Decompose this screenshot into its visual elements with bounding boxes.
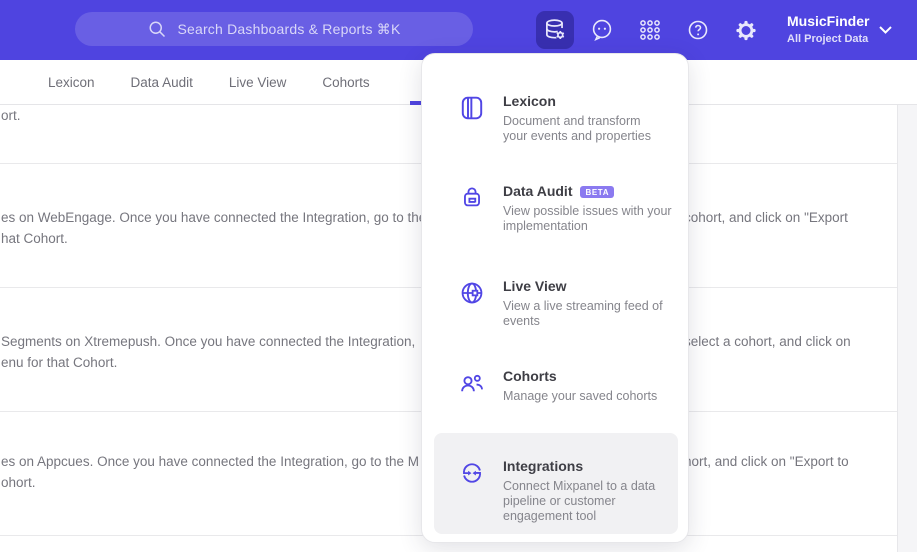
lexicon-icon [461, 96, 483, 120]
row3-text-line2: enu for that Cohort. [1, 355, 118, 370]
project-scope: All Project Data [787, 33, 869, 45]
menu-item-integrations[interactable]: Integrations Connect Mixpanel to a data … [459, 458, 685, 524]
row2-text-line2: hat Cohort. [1, 231, 68, 246]
tab-live-view[interactable]: Live View [229, 75, 287, 90]
menu-item-cohorts[interactable]: Cohorts Manage your saved cohorts [459, 368, 685, 404]
menu-item-lexicon[interactable]: Lexicon Document and transform your even… [459, 93, 685, 144]
search-placeholder: Search Dashboards & Reports ⌘K [177, 20, 401, 37]
live-view-icon [461, 282, 483, 304]
row2-text-left: es on WebEngage. Once you have connected… [1, 210, 427, 225]
feedback-icon [592, 19, 612, 41]
data-audit-icon [464, 187, 480, 207]
project-selector[interactable]: MusicFinder All Project Data [787, 12, 869, 46]
settings-button[interactable] [734, 18, 758, 42]
row1-text: ort. [1, 108, 21, 123]
row4-text-left: es on Appcues. Once you have connected t… [1, 454, 420, 469]
menu-item-data-audit[interactable]: Data Audit BETA View possible issues wit… [459, 183, 685, 234]
menu-item-description: Connect Mixpanel to a data pipeline or c… [503, 479, 656, 523]
apps-grid-icon [640, 20, 660, 40]
menu-item-live-view[interactable]: Live View View a live streaming feed of … [459, 278, 685, 329]
row3-text-right: select a cohort, and click on [684, 334, 851, 349]
menu-item-description: Document and transform your events and p… [503, 114, 652, 143]
menu-item-title: Lexicon [503, 93, 556, 109]
beta-badge: BETA [580, 185, 615, 198]
menu-item-description: Manage your saved cohorts [503, 389, 658, 403]
menu-item-description: View a live streaming feed of events [503, 299, 663, 328]
navigation-dropdown-menu: Lexicon Document and transform your even… [421, 53, 689, 543]
help-icon [688, 20, 708, 40]
feedback-button[interactable] [590, 18, 614, 42]
integrations-icon [463, 463, 481, 483]
menu-item-title: Data Audit [503, 183, 573, 199]
chevron-down-icon[interactable] [878, 25, 893, 35]
help-button[interactable] [686, 18, 710, 42]
tab-cohorts[interactable]: Cohorts [322, 75, 369, 90]
mixpanel-app: ort. es on WebEngage. Once you have conn… [0, 0, 917, 552]
row4-text-right: hort, and click on "Export to [684, 454, 849, 469]
data-management-button[interactable] [536, 11, 574, 49]
apps-grid-button[interactable] [638, 18, 662, 42]
row2-text-right: cohort, and click on "Export [684, 210, 848, 225]
page-gutter [897, 105, 917, 552]
project-name: MusicFinder [787, 13, 870, 29]
menu-item-title: Integrations [503, 458, 584, 474]
menu-item-title: Live View [503, 278, 567, 294]
data-management-icon [546, 19, 565, 39]
tab-lexicon[interactable]: Lexicon [48, 75, 95, 90]
gear-icon [736, 20, 756, 40]
top-nav-bar: Search Dashboards & Reports ⌘K MusicFind… [0, 0, 917, 60]
row3-text-left: Segments on Xtremepush. Once you have co… [1, 334, 416, 349]
menu-item-description: View possible issues with your implement… [503, 204, 672, 233]
search-input[interactable]: Search Dashboards & Reports ⌘K [75, 12, 473, 46]
cohorts-icon [461, 374, 483, 392]
tab-data-audit[interactable]: Data Audit [131, 75, 193, 90]
menu-item-title: Cohorts [503, 368, 557, 384]
row4-text-line2: ohort. [1, 475, 36, 490]
search-icon [149, 21, 166, 38]
